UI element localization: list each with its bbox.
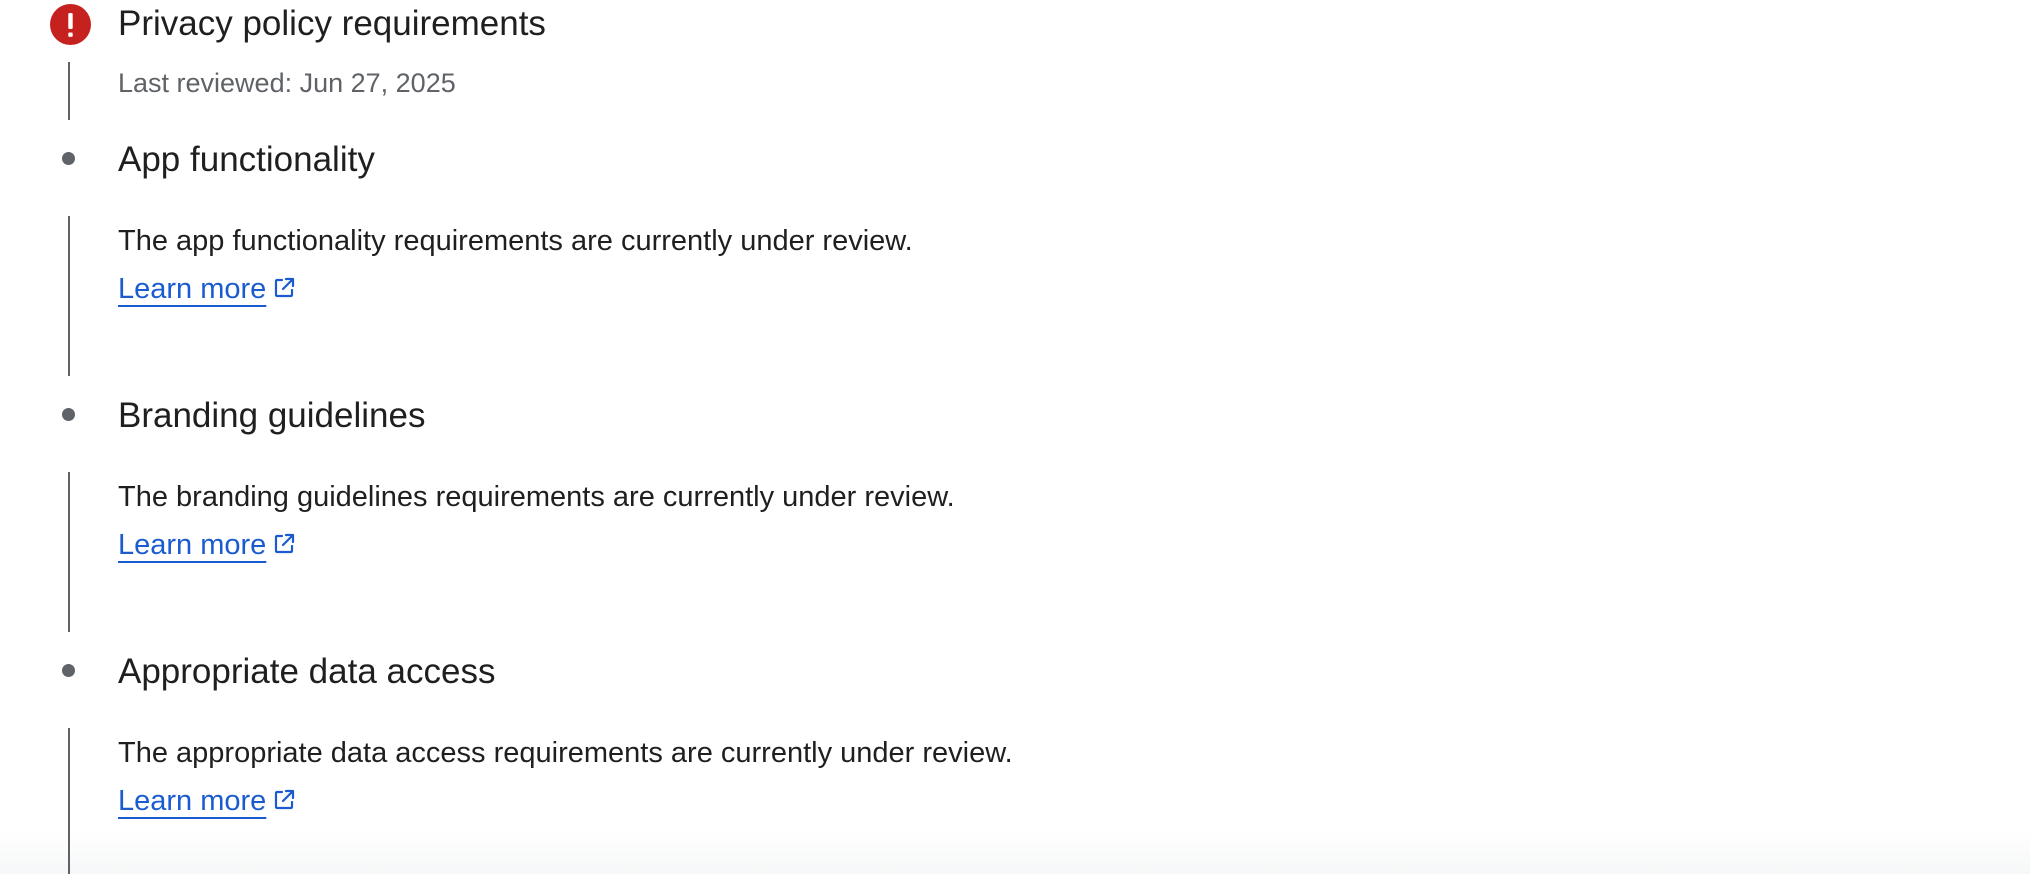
step-title-privacy-policy: Privacy policy requirements (118, 4, 546, 43)
bullet-dot-icon (62, 408, 75, 421)
open-in-new-icon[interactable] (272, 532, 296, 556)
timeline-connector (68, 472, 70, 632)
description-text: The app functionality requirements are c… (118, 225, 913, 257)
step-description: The appropriate data access requirements… (118, 729, 1098, 825)
open-in-new-icon[interactable] (272, 276, 296, 300)
learn-more-link[interactable]: Learn more (118, 785, 266, 817)
step-description: The branding guidelines requirements are… (118, 473, 1098, 569)
step-title-app-functionality: App functionality (118, 140, 375, 179)
error-icon (50, 4, 91, 45)
bullet-dot-icon (62, 664, 75, 677)
learn-more-link[interactable]: Learn more (118, 529, 266, 561)
step-title-appropriate-data-access: Appropriate data access (118, 652, 496, 691)
learn-more-label: Learn more (118, 529, 267, 561)
timeline-connector (68, 216, 70, 376)
step-title-branding-guidelines: Branding guidelines (118, 396, 426, 435)
timeline-connector (68, 728, 70, 874)
last-reviewed-text: Last reviewed: Jun 27, 2025 (118, 68, 456, 98)
open-in-new-icon[interactable] (272, 788, 296, 812)
exclamation-icon (68, 13, 73, 37)
step-description: The app functionality requirements are c… (118, 217, 1098, 313)
learn-more-label: Learn more (118, 273, 267, 305)
bullet-dot-icon (62, 152, 75, 165)
requirements-timeline: Privacy policy requirements Last reviewe… (0, 0, 2030, 874)
timeline-connector (68, 62, 70, 120)
learn-more-label: Learn more (118, 785, 267, 817)
description-text: The branding guidelines requirements are… (118, 481, 955, 513)
description-text: The appropriate data access requirements… (118, 737, 1013, 769)
learn-more-link[interactable]: Learn more (118, 273, 266, 305)
